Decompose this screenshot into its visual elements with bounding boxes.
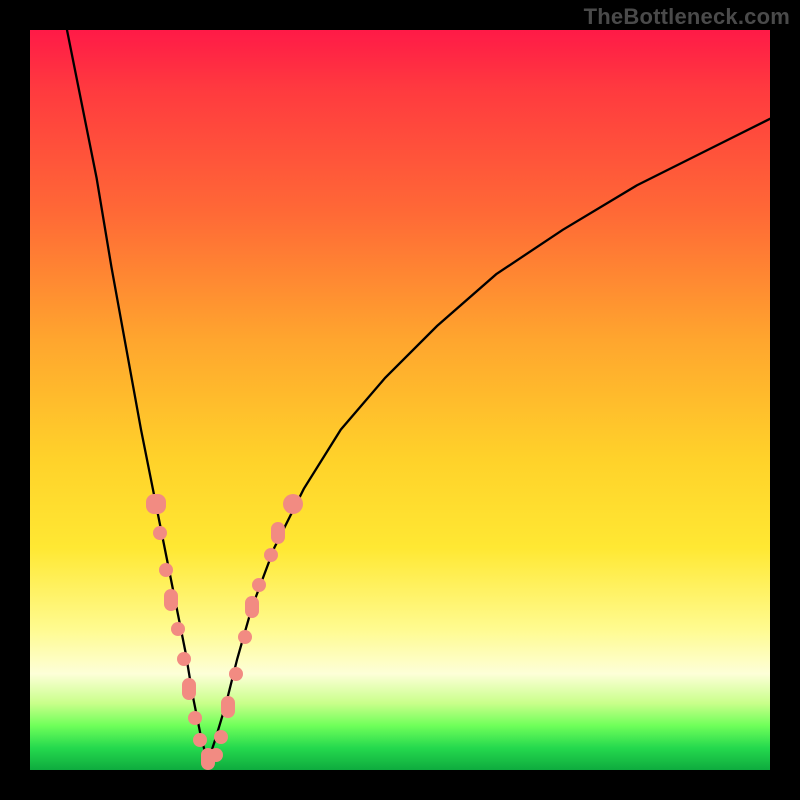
- data-marker: [209, 748, 223, 762]
- data-marker: [221, 696, 235, 718]
- data-marker: [245, 596, 259, 618]
- data-marker: [193, 733, 207, 747]
- data-marker: [159, 563, 173, 577]
- data-marker: [264, 548, 278, 562]
- data-marker: [182, 678, 196, 700]
- data-marker: [214, 730, 228, 744]
- data-marker: [153, 526, 167, 540]
- watermark-text: TheBottleneck.com: [584, 4, 790, 30]
- bottleneck-curve: [30, 30, 770, 770]
- chart-frame: TheBottleneck.com: [0, 0, 800, 800]
- data-marker: [171, 622, 185, 636]
- data-marker: [164, 589, 178, 611]
- data-marker: [229, 667, 243, 681]
- data-marker: [238, 630, 252, 644]
- data-marker: [177, 652, 191, 666]
- data-marker: [146, 494, 166, 514]
- data-marker: [252, 578, 266, 592]
- plot-area: [30, 30, 770, 770]
- data-marker: [188, 711, 202, 725]
- data-marker: [271, 522, 285, 544]
- data-marker: [283, 494, 303, 514]
